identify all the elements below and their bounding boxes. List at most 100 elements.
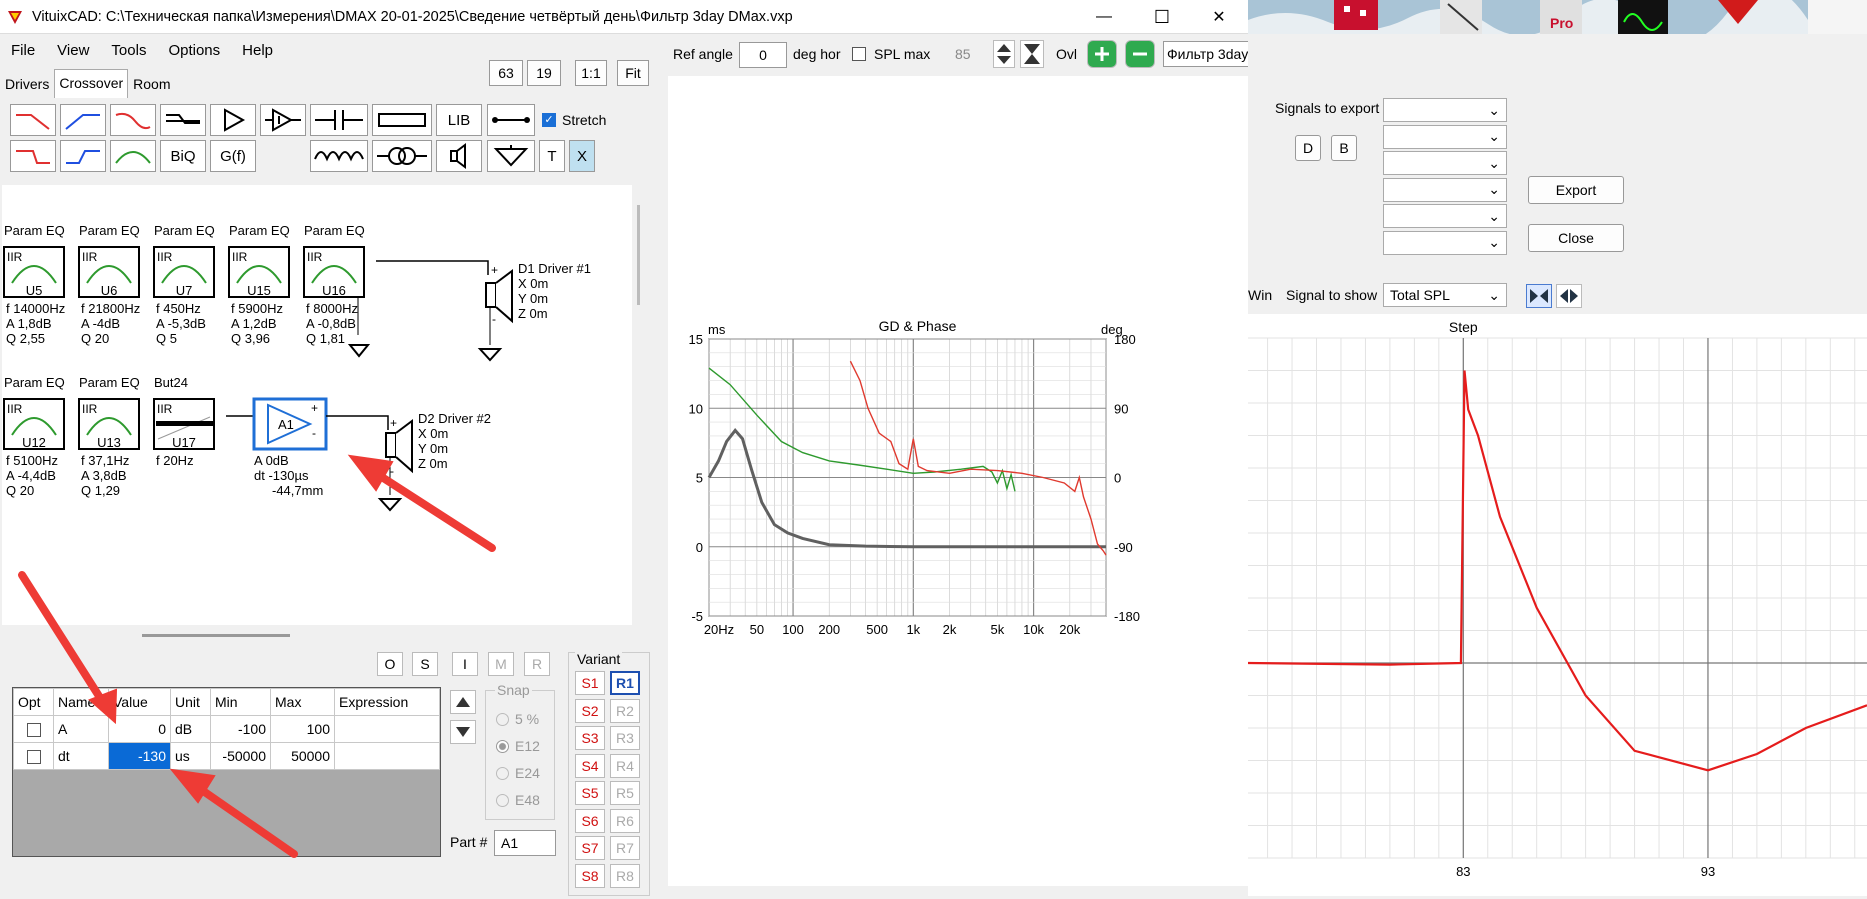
menu-tools[interactable]: Tools bbox=[100, 42, 157, 59]
param-expression[interactable] bbox=[334, 742, 440, 770]
param-value-selected[interactable]: -130 bbox=[108, 742, 171, 770]
snap-option-e24[interactable]: E24 bbox=[496, 765, 540, 781]
peaking-eq-tool[interactable] bbox=[110, 140, 156, 172]
opt-checkbox-a[interactable] bbox=[26, 723, 41, 738]
table-row[interactable]: A 0 dB -100 100 bbox=[13, 715, 440, 743]
minimize-button[interactable]: — bbox=[1075, 0, 1133, 34]
delete-tool[interactable]: X bbox=[569, 140, 595, 172]
schematic-hscrollbar[interactable] bbox=[142, 634, 290, 637]
spin-updown-button[interactable] bbox=[993, 40, 1015, 68]
biquad-button[interactable]: BiQ bbox=[160, 140, 206, 172]
signal-export-select[interactable]: ⌄ bbox=[1383, 151, 1507, 175]
param-expression[interactable] bbox=[334, 715, 440, 743]
param-max[interactable]: 100 bbox=[270, 715, 335, 743]
zoom-19-button[interactable]: 19 bbox=[527, 60, 561, 86]
r-button[interactable]: R bbox=[524, 652, 550, 676]
move-down-button[interactable] bbox=[450, 720, 476, 744]
variant-s8-button[interactable]: S8 bbox=[575, 863, 605, 888]
overlay-filter-select[interactable]: Фильтр 3day bbox=[1163, 41, 1249, 67]
variant-r5-button[interactable]: R5 bbox=[610, 781, 640, 805]
zoom-fit-button[interactable]: Fit bbox=[617, 60, 649, 86]
signal-to-show-select[interactable]: Total SPL ⌄ bbox=[1383, 283, 1507, 307]
d-button[interactable]: D bbox=[1295, 135, 1321, 161]
spl-max-checkbox[interactable] bbox=[852, 47, 866, 61]
signal-export-select[interactable]: ⌄ bbox=[1383, 177, 1507, 202]
close-button[interactable]: Close bbox=[1528, 224, 1624, 252]
tab-crossover[interactable]: Crossover bbox=[54, 69, 129, 98]
m-button[interactable]: M bbox=[488, 652, 514, 676]
variant-r3-button[interactable]: R3 bbox=[610, 726, 640, 750]
zoom-1-1-button[interactable]: 1:1 bbox=[575, 60, 607, 86]
gf-button[interactable]: G(f) bbox=[210, 140, 256, 172]
lowpass-red-step-tool[interactable] bbox=[10, 140, 56, 172]
lowpass-shelf-tool[interactable] bbox=[110, 104, 156, 136]
o-button[interactable]: O bbox=[377, 652, 403, 676]
snap-option-5[interactable]: 5 % bbox=[496, 711, 539, 727]
close-window-button[interactable]: ✕ bbox=[1190, 0, 1248, 34]
export-button[interactable]: Export bbox=[1528, 176, 1624, 204]
align-in-button[interactable] bbox=[1526, 284, 1552, 308]
collapse-button[interactable] bbox=[1020, 40, 1044, 68]
amplifier-tool[interactable] bbox=[210, 104, 256, 136]
s-button[interactable]: S bbox=[412, 652, 438, 676]
snap-option-e48[interactable]: E48 bbox=[496, 792, 540, 808]
variant-r2-button[interactable]: R2 bbox=[610, 698, 640, 723]
tab-drivers[interactable]: Drivers bbox=[0, 72, 54, 98]
signal-export-select[interactable]: ⌄ bbox=[1383, 204, 1507, 228]
param-min[interactable]: -100 bbox=[210, 715, 271, 743]
param-max[interactable]: 50000 bbox=[270, 742, 335, 770]
lowpass-red-tool[interactable] bbox=[10, 104, 56, 136]
schematic-scrollbar[interactable] bbox=[637, 205, 640, 305]
variant-s2-button[interactable]: S2 bbox=[575, 698, 605, 723]
move-up-button[interactable] bbox=[450, 690, 476, 714]
variant-s3-button[interactable]: S3 bbox=[575, 726, 605, 750]
add-overlay-button[interactable] bbox=[1087, 40, 1117, 68]
stretch-option[interactable]: ✓ Stretch bbox=[542, 112, 606, 128]
text-tool[interactable]: T bbox=[539, 140, 565, 172]
variant-s7-button[interactable]: S7 bbox=[575, 836, 605, 860]
menu-options[interactable]: Options bbox=[157, 42, 231, 59]
align-out-button[interactable] bbox=[1556, 284, 1582, 308]
highpass-blue-step-tool[interactable] bbox=[60, 140, 106, 172]
driver-tool[interactable] bbox=[436, 140, 482, 172]
transformer-tool[interactable] bbox=[372, 140, 432, 172]
variant-s4-button[interactable]: S4 bbox=[575, 753, 605, 778]
b-button[interactable]: B bbox=[1331, 135, 1357, 161]
signal-export-select[interactable]: ⌄ bbox=[1383, 98, 1507, 122]
maximize-button[interactable]: ☐ bbox=[1133, 0, 1191, 34]
param-min[interactable]: -50000 bbox=[210, 742, 271, 770]
variant-r1-button[interactable]: R1 bbox=[610, 671, 640, 695]
opt-checkbox-dt[interactable] bbox=[26, 750, 41, 765]
wire-tool[interactable] bbox=[487, 104, 535, 136]
ground-tool[interactable] bbox=[487, 140, 535, 172]
variant-s1-button[interactable]: S1 bbox=[575, 671, 605, 695]
variant-s6-button[interactable]: S6 bbox=[575, 808, 605, 833]
capacitor-tool[interactable] bbox=[310, 104, 368, 136]
window-title-bar[interactable]: VituixCAD: C:\Техническая папка\Измерени… bbox=[0, 0, 1248, 34]
param-value[interactable]: 0 bbox=[108, 715, 171, 743]
variant-r6-button[interactable]: R6 bbox=[610, 808, 640, 833]
ref-angle-input[interactable]: 0 bbox=[739, 42, 787, 68]
zoom-63-button[interactable]: 63 bbox=[489, 60, 523, 86]
variant-r8-button[interactable]: R8 bbox=[610, 863, 640, 888]
notch-tool[interactable] bbox=[160, 104, 206, 136]
i-button[interactable]: I bbox=[452, 652, 478, 676]
menu-view[interactable]: View bbox=[46, 42, 100, 59]
signal-export-select[interactable]: ⌄ bbox=[1383, 230, 1507, 255]
tab-room[interactable]: Room bbox=[128, 72, 175, 98]
part-number-field[interactable]: A1 bbox=[494, 830, 556, 856]
amp-polarity-tool[interactable] bbox=[260, 104, 306, 136]
spl-max-value[interactable]: 85 bbox=[955, 46, 971, 62]
table-row[interactable]: dt -130 us -50000 50000 bbox=[13, 742, 440, 770]
variant-s5-button[interactable]: S5 bbox=[575, 781, 605, 805]
stretch-checkbox[interactable]: ✓ bbox=[542, 113, 556, 127]
variant-r7-button[interactable]: R7 bbox=[610, 836, 640, 860]
library-button[interactable]: LIB bbox=[436, 104, 482, 136]
schematic-canvas[interactable]: Param EQ IIR U5 f 14000Hz A 1,8dB Q 2,55 Param… bbox=[2, 185, 640, 625]
variant-r4-button[interactable]: R4 bbox=[610, 753, 640, 778]
inductor-tool[interactable] bbox=[310, 140, 368, 172]
signal-export-select[interactable]: ⌄ bbox=[1383, 124, 1507, 149]
menu-help[interactable]: Help bbox=[231, 42, 284, 59]
resistor-tool[interactable] bbox=[372, 104, 432, 136]
remove-overlay-button[interactable] bbox=[1125, 40, 1155, 68]
